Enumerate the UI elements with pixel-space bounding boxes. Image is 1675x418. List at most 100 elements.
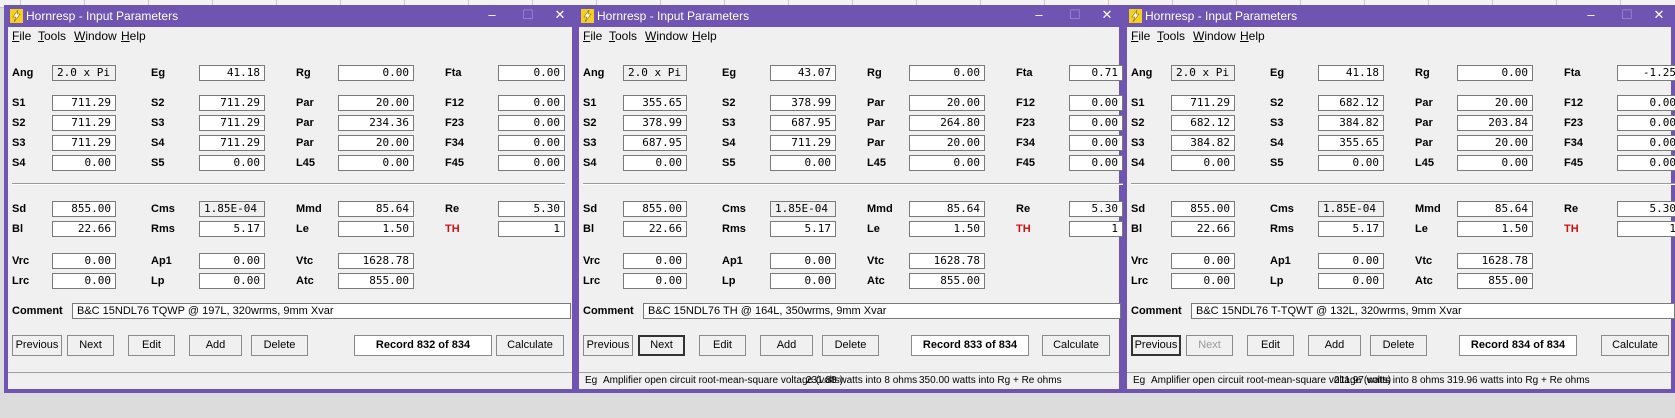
menu-help[interactable]: Help: [692, 29, 717, 43]
s2_top-field[interactable]: 682.12: [1318, 95, 1384, 111]
s1-field[interactable]: 711.29: [52, 95, 116, 111]
le-field[interactable]: 1.50: [338, 221, 414, 237]
th-field[interactable]: 1: [498, 221, 565, 237]
rg-field[interactable]: 0.00: [909, 65, 985, 81]
vrc-field[interactable]: 0.00: [1171, 253, 1235, 269]
mmd-field[interactable]: 85.64: [1457, 201, 1533, 217]
maximize-icon[interactable]: ☐: [520, 7, 536, 23]
s1-field[interactable]: 711.29: [1171, 95, 1235, 111]
menu-tools[interactable]: Tools: [1157, 29, 1185, 43]
par1-field[interactable]: 20.00: [1457, 95, 1533, 111]
f34-field[interactable]: 0.00: [1069, 135, 1123, 151]
par2-field[interactable]: 203.84: [1457, 115, 1533, 131]
f45-field[interactable]: 0.00: [498, 155, 565, 171]
atc-field[interactable]: 855.00: [909, 273, 985, 289]
calculate-button[interactable]: Calculate: [496, 335, 564, 356]
le-field[interactable]: 1.50: [909, 221, 985, 237]
s2_top-field[interactable]: 378.99: [770, 95, 836, 111]
par3-field[interactable]: 20.00: [338, 135, 414, 151]
lrc-field[interactable]: 0.00: [52, 273, 116, 289]
f34-field[interactable]: 0.00: [498, 135, 565, 151]
sd-field[interactable]: 855.00: [623, 201, 687, 217]
ang-field[interactable]: 2.0 x Pi: [1171, 65, 1235, 81]
ap1-field[interactable]: 0.00: [770, 253, 836, 269]
l45-field[interactable]: 0.00: [909, 155, 985, 171]
s3-field[interactable]: 711.29: [52, 135, 116, 151]
f23-field[interactable]: 0.00: [1617, 115, 1675, 131]
bl-field[interactable]: 22.66: [1171, 221, 1235, 237]
close-icon[interactable]: ✕: [1651, 7, 1667, 23]
par2-field[interactable]: 234.36: [338, 115, 414, 131]
menu-tools[interactable]: Tools: [38, 29, 66, 43]
fta-field[interactable]: 0.00: [498, 65, 565, 81]
s4-field[interactable]: 0.00: [1171, 155, 1235, 171]
s3-field[interactable]: 687.95: [623, 135, 687, 151]
s4_top-field[interactable]: 355.65: [1318, 135, 1384, 151]
par3-field[interactable]: 20.00: [1457, 135, 1533, 151]
delete-button[interactable]: Delete: [822, 335, 879, 356]
s4_top-field[interactable]: 711.29: [770, 135, 836, 151]
mmd-field[interactable]: 85.64: [909, 201, 985, 217]
next-button[interactable]: Next: [638, 335, 685, 356]
delete-button[interactable]: Delete: [251, 335, 308, 356]
cms-field[interactable]: 1.85E-04: [770, 201, 836, 217]
s5-field[interactable]: 0.00: [1318, 155, 1384, 171]
minimize-icon[interactable]: –: [1031, 7, 1047, 23]
lp-field[interactable]: 0.00: [770, 273, 836, 289]
maximize-icon[interactable]: ☐: [1067, 7, 1083, 23]
lp-field[interactable]: 0.00: [1318, 273, 1384, 289]
s2-field[interactable]: 682.12: [1171, 115, 1235, 131]
comment-field[interactable]: B&C 15NDL76 TH @ 164L, 350wrms, 9mm Xvar: [643, 303, 1121, 319]
ap1-field[interactable]: 0.00: [1318, 253, 1384, 269]
menu-tools[interactable]: Tools: [609, 29, 637, 43]
bl-field[interactable]: 22.66: [52, 221, 116, 237]
close-icon[interactable]: ✕: [552, 7, 568, 23]
s4-field[interactable]: 0.00: [623, 155, 687, 171]
s5-field[interactable]: 0.00: [199, 155, 265, 171]
vtc-field[interactable]: 1628.78: [338, 253, 414, 269]
title-bar[interactable]: Hornresp - Input Parameters – ☐ ✕: [1123, 5, 1675, 27]
f45-field[interactable]: 0.00: [1617, 155, 1675, 171]
add-button[interactable]: Add: [189, 335, 242, 356]
add-button[interactable]: Add: [1308, 335, 1361, 356]
close-icon[interactable]: ✕: [1099, 7, 1115, 23]
s3_top-field[interactable]: 384.82: [1318, 115, 1384, 131]
fta-field[interactable]: -1.25: [1617, 65, 1675, 81]
s3_top-field[interactable]: 687.95: [770, 115, 836, 131]
re-field[interactable]: 5.30: [1617, 201, 1675, 217]
rms-field[interactable]: 5.17: [1318, 221, 1384, 237]
cms-field[interactable]: 1.85E-04: [1318, 201, 1384, 217]
vtc-field[interactable]: 1628.78: [1457, 253, 1533, 269]
lp-field[interactable]: 0.00: [199, 273, 265, 289]
previous-button[interactable]: Previous: [12, 335, 62, 356]
s2_top-field[interactable]: 711.29: [199, 95, 265, 111]
maximize-icon[interactable]: ☐: [1619, 7, 1635, 23]
l45-field[interactable]: 0.00: [1457, 155, 1533, 171]
ap1-field[interactable]: 0.00: [199, 253, 265, 269]
rms-field[interactable]: 5.17: [770, 221, 836, 237]
ang-field[interactable]: 2.0 x Pi: [623, 65, 687, 81]
le-field[interactable]: 1.50: [1457, 221, 1533, 237]
menu-file[interactable]: File: [12, 29, 31, 43]
delete-button[interactable]: Delete: [1370, 335, 1427, 356]
fta-field[interactable]: 0.71: [1069, 65, 1123, 81]
f12-field[interactable]: 0.00: [1617, 95, 1675, 111]
th-field[interactable]: 1: [1617, 221, 1675, 237]
s3-field[interactable]: 384.82: [1171, 135, 1235, 151]
s4_top-field[interactable]: 711.29: [199, 135, 265, 151]
previous-button[interactable]: Previous: [583, 335, 633, 356]
atc-field[interactable]: 855.00: [1457, 273, 1533, 289]
atc-field[interactable]: 855.00: [338, 273, 414, 289]
next-button[interactable]: Next: [1186, 335, 1233, 356]
rg-field[interactable]: 0.00: [1457, 65, 1533, 81]
next-button[interactable]: Next: [67, 335, 114, 356]
title-bar[interactable]: Hornresp - Input Parameters – ☐ ✕: [575, 5, 1123, 27]
vtc-field[interactable]: 1628.78: [909, 253, 985, 269]
edit-button[interactable]: Edit: [699, 335, 746, 356]
f23-field[interactable]: 0.00: [1069, 115, 1123, 131]
s4-field[interactable]: 0.00: [52, 155, 116, 171]
f12-field[interactable]: 0.00: [498, 95, 565, 111]
sd-field[interactable]: 855.00: [52, 201, 116, 217]
menu-file[interactable]: File: [1131, 29, 1150, 43]
eg-field[interactable]: 41.18: [199, 65, 265, 81]
